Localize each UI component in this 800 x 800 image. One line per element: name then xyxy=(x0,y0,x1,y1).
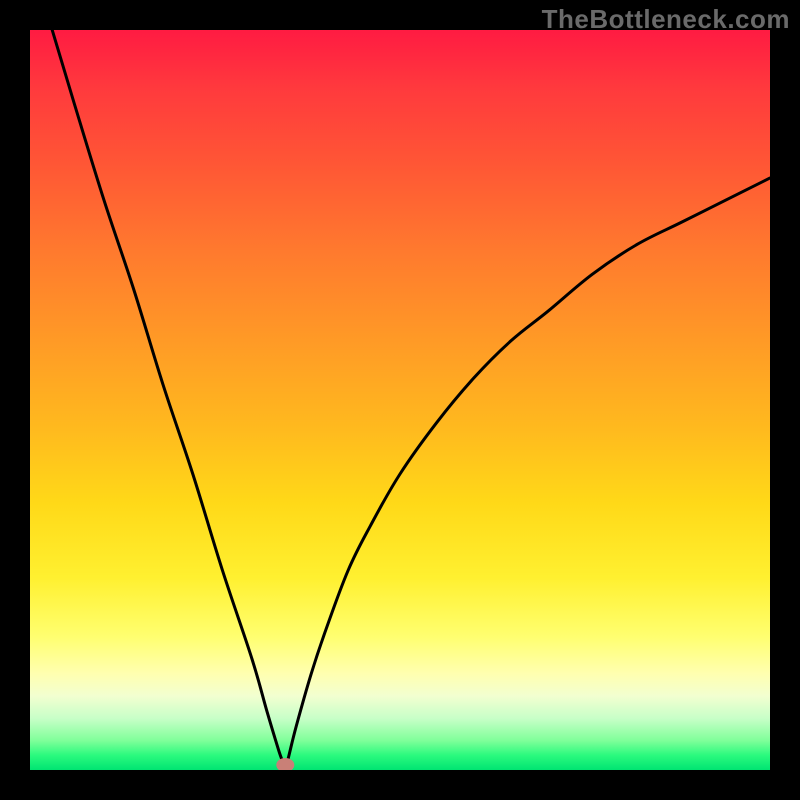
plot-area xyxy=(30,30,770,770)
bottleneck-curve xyxy=(52,30,770,770)
curve-svg xyxy=(30,30,770,770)
chart-frame: TheBottleneck.com xyxy=(0,0,800,800)
min-point-marker xyxy=(276,758,294,770)
